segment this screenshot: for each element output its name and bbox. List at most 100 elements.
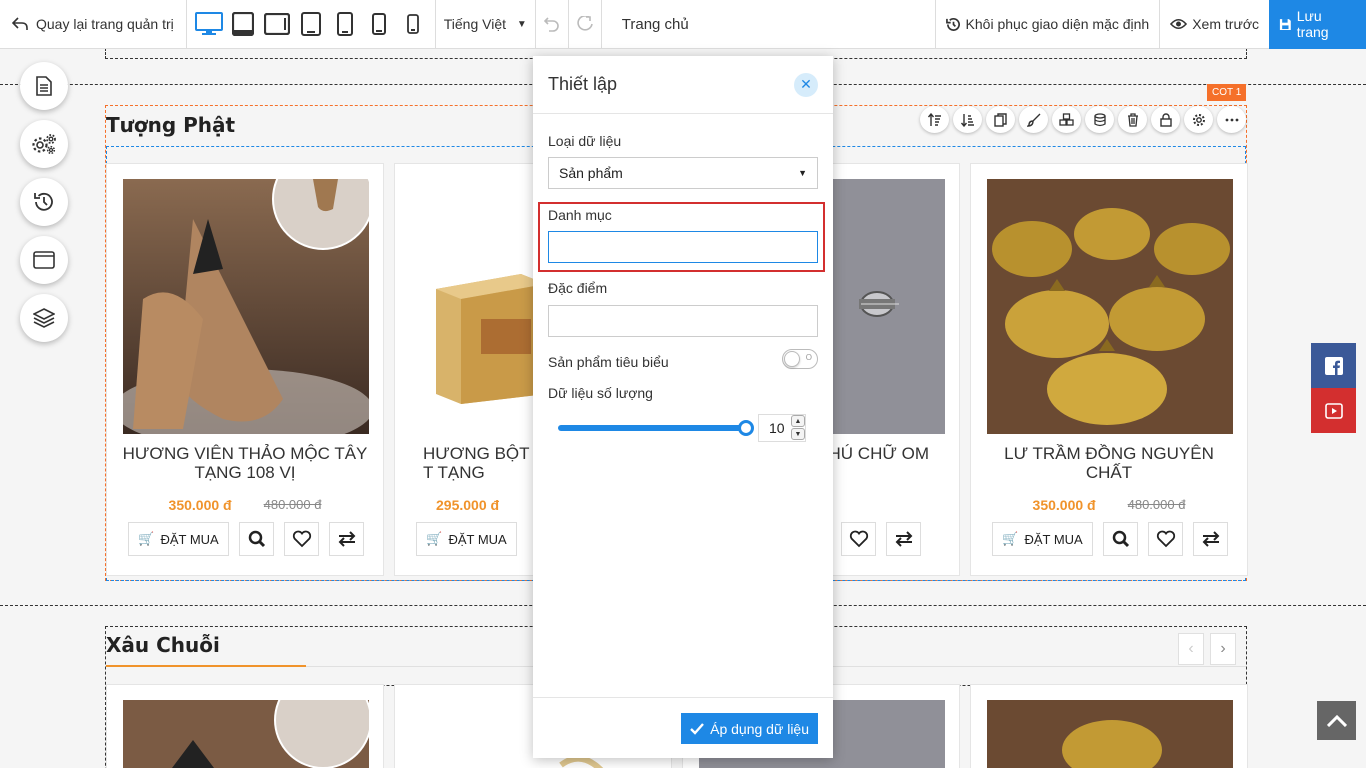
product-name[interactable]: HƯƠNG VIÊN THẢO MỘC TÂY TẠNG 108 VỊ: [107, 444, 383, 482]
section-title: Xâu Chuỗi: [106, 633, 220, 657]
quantity-slider-handle[interactable]: [738, 420, 754, 436]
compare-button[interactable]: [886, 522, 921, 556]
restore-default-button[interactable]: Khôi phục giao diện mặc định: [934, 0, 1160, 49]
layout-button[interactable]: [20, 236, 68, 284]
lock-icon[interactable]: [1151, 106, 1180, 133]
brush-icon[interactable]: [1019, 106, 1048, 133]
featured-products-label: Sản phẩm tiêu biểu: [548, 354, 669, 370]
pages-button[interactable]: [20, 62, 68, 110]
buy-button[interactable]: 🛒 ĐẶT MUA: [992, 522, 1093, 556]
tablet-landscape-icon[interactable]: [227, 8, 259, 40]
phone-large-icon[interactable]: [329, 8, 361, 40]
product-actions: 🛒 ĐẶT MUA: [416, 522, 517, 556]
section-title: Tượng Phật: [106, 113, 236, 137]
more-icon[interactable]: [1217, 106, 1246, 133]
cubes-icon[interactable]: [1052, 106, 1081, 133]
panel-footer: Áp dụng dữ liệu: [533, 697, 833, 758]
wishlist-button[interactable]: [284, 522, 319, 556]
top-toolbar: Quay lại trang quản trị Tiếng Việt ▼ Tra…: [0, 0, 1366, 49]
current-page-name: Trang chủ: [621, 15, 689, 33]
cart-icon: 🛒: [1002, 531, 1019, 546]
panel-title: Thiết lập: [548, 74, 618, 94]
product-card[interactable]: LƯ TRẦM ĐỒNG NGUYÊN CHẤT 350.000 đ 480.0…: [970, 163, 1248, 576]
buy-button[interactable]: 🛒 ĐẶT MUA: [416, 522, 517, 556]
close-panel-button[interactable]: ✕: [794, 72, 818, 97]
compare-button[interactable]: [1193, 522, 1228, 556]
featured-products-toggle[interactable]: O: [782, 349, 818, 369]
language-select[interactable]: Tiếng Việt ▼: [436, 0, 536, 49]
back-to-admin-button[interactable]: Quay lại trang quản trị: [0, 0, 187, 49]
product-card[interactable]: HƯƠNG VIÊN THẢO MỘC TÂY TẠNG 108 VỊ 350.…: [106, 163, 384, 576]
data-type-label: Loại dữ liệu: [548, 133, 622, 149]
preview-button[interactable]: Xem trước: [1159, 0, 1269, 49]
youtube-button[interactable]: [1311, 388, 1356, 433]
wishlist-button[interactable]: [1148, 522, 1183, 556]
product-image[interactable]: [987, 179, 1233, 434]
sort-asc-icon[interactable]: [920, 106, 949, 133]
buy-label: ĐẶT MUA: [160, 531, 219, 547]
sort-desc-icon[interactable]: [953, 106, 982, 133]
apply-data-button[interactable]: Áp dụng dữ liệu: [681, 713, 818, 744]
gear-icon[interactable]: [1184, 106, 1213, 133]
desktop-icon[interactable]: [193, 8, 225, 40]
product-name[interactable]: HƯƠNG BỘT T TẠNG: [395, 444, 540, 482]
category-input[interactable]: [548, 231, 818, 263]
language-value: Tiếng Việt: [443, 16, 507, 32]
quick-view-button[interactable]: [1103, 522, 1138, 556]
product-image[interactable]: [123, 179, 369, 434]
trash-icon[interactable]: [1118, 106, 1147, 133]
layers-button[interactable]: [20, 294, 68, 342]
product-card[interactable]: [106, 684, 384, 768]
product-name[interactable]: LƯ TRẦM ĐỒNG NGUYÊN CHẤT: [971, 444, 1247, 482]
layers-icon: [33, 308, 55, 328]
social-bar: [1311, 343, 1356, 433]
apply-data-label: Áp dụng dữ liệu: [710, 720, 809, 737]
scroll-top-button[interactable]: [1317, 701, 1356, 740]
block-toolbar: [920, 106, 1246, 133]
undo-button[interactable]: [536, 0, 569, 49]
check-icon: [690, 722, 705, 735]
chevron-left-icon: ‹: [1188, 640, 1194, 657]
wishlist-button[interactable]: [841, 522, 876, 556]
quantity-increment-button[interactable]: ▲: [791, 415, 805, 427]
facebook-button[interactable]: [1311, 343, 1356, 388]
redo-icon: [577, 16, 593, 31]
settings-button[interactable]: [20, 120, 68, 168]
quick-view-button[interactable]: [239, 522, 274, 556]
column-badge[interactable]: COT 1: [1207, 84, 1247, 101]
product-old-price: 480.000 đ: [263, 497, 322, 512]
quantity-decrement-button[interactable]: ▼: [791, 428, 805, 440]
database-icon[interactable]: [1085, 106, 1114, 133]
product-image[interactable]: [987, 700, 1233, 768]
search-icon: [248, 530, 265, 548]
editor-side-tools: [20, 62, 68, 342]
redo-button[interactable]: [569, 0, 602, 49]
phone-small-icon[interactable]: [397, 8, 429, 40]
product-card[interactable]: [970, 684, 1248, 768]
product-actions: 🛒 ĐẶT MUA: [128, 522, 364, 556]
tablet-wide-icon[interactable]: [261, 8, 293, 40]
product-old-price: 480.000 đ: [1127, 497, 1186, 512]
quantity-slider-track[interactable]: [558, 425, 748, 431]
price-row: 350.000 đ 480.000 đ: [971, 497, 1247, 513]
product-price: 295.000 đ: [436, 497, 500, 513]
buy-button[interactable]: 🛒 ĐẶT MUA: [128, 522, 229, 556]
quantity-label: Dữ liệu số lượng: [548, 385, 653, 401]
exchange-icon: [895, 531, 912, 547]
product-image[interactable]: [123, 700, 369, 768]
carousel-next-button[interactable]: ›: [1210, 633, 1236, 665]
heart-icon: [292, 530, 311, 548]
settings-panel: Thiết lập ✕ Loại dữ liệu Sản phẩm ▼ Danh…: [533, 56, 833, 758]
compare-button[interactable]: [329, 522, 364, 556]
carousel-prev-button[interactable]: ‹: [1178, 633, 1204, 665]
phone-icon[interactable]: [363, 8, 395, 40]
feature-input[interactable]: [548, 305, 818, 337]
copy-icon[interactable]: [986, 106, 1015, 133]
tablet-icon[interactable]: [295, 8, 327, 40]
device-switcher: [187, 0, 436, 49]
data-type-select[interactable]: Sản phẩm ▼: [548, 157, 818, 189]
caret-down-icon: ▼: [516, 18, 527, 30]
history-button[interactable]: [20, 178, 68, 226]
save-page-button[interactable]: Lưu trang: [1269, 0, 1366, 49]
toggle-off-icon: O: [805, 353, 812, 362]
